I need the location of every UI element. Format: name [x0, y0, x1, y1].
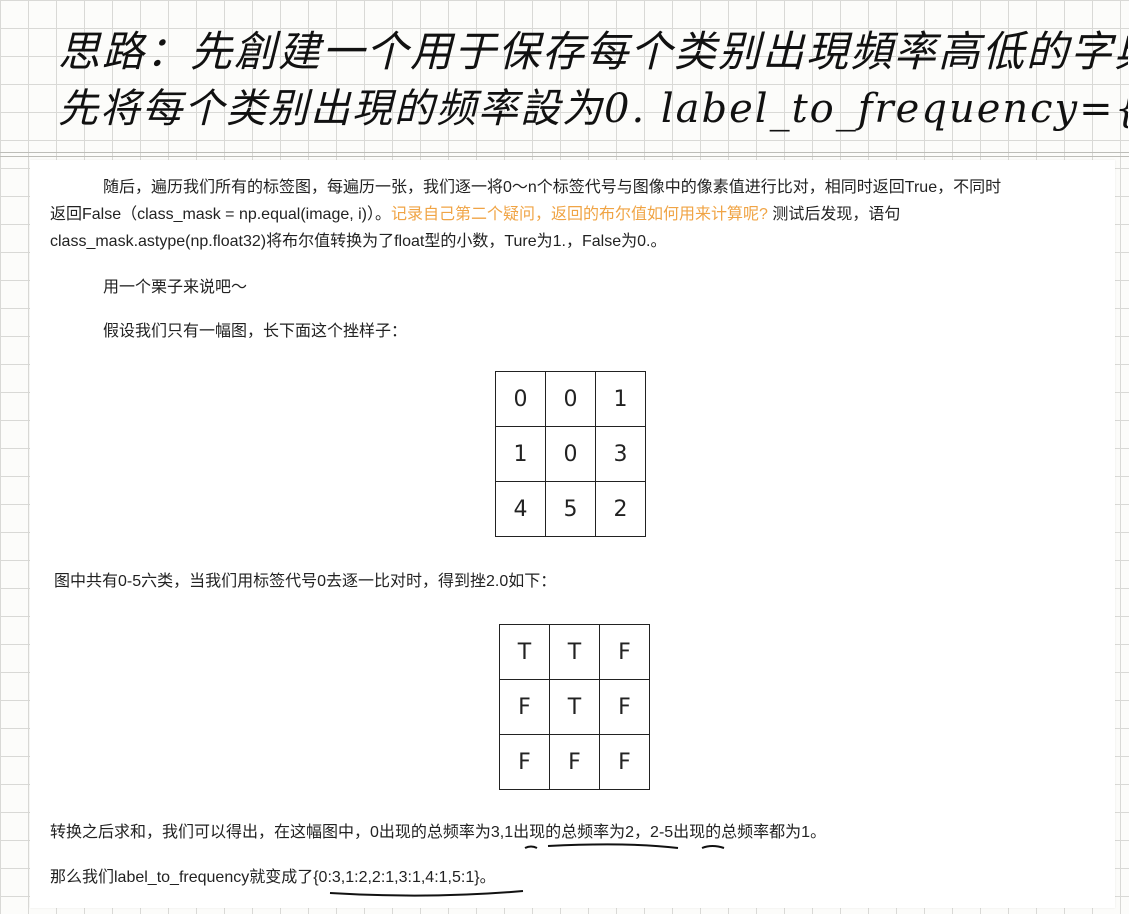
underline-mark	[701, 845, 725, 849]
handwritten-line-2: 先将每个类别出現的频率設为0. label_to_frequency={0:0,…	[58, 86, 1128, 132]
underline-mark	[329, 890, 524, 897]
note-divider	[0, 152, 1129, 153]
handwritten-note: 思路：先創建一个用于保存每个类别出現頻率高低的字典，label_to_frequ…	[0, 0, 1129, 150]
handwritten-line-1: 思路：先創建一个用于保存每个类别出現頻率高低的字典，label_to_frequ…	[58, 27, 1128, 76]
handwritten-underlines	[329, 843, 725, 897]
note-divider-2	[0, 156, 1129, 157]
underline-mark	[547, 843, 679, 849]
article-page: 随后，遍历我们所有的标签图，每遍历一张，我们逐一将0～n个标签代号与图像中的像素…	[30, 160, 1115, 908]
underline-mark	[524, 845, 538, 849]
